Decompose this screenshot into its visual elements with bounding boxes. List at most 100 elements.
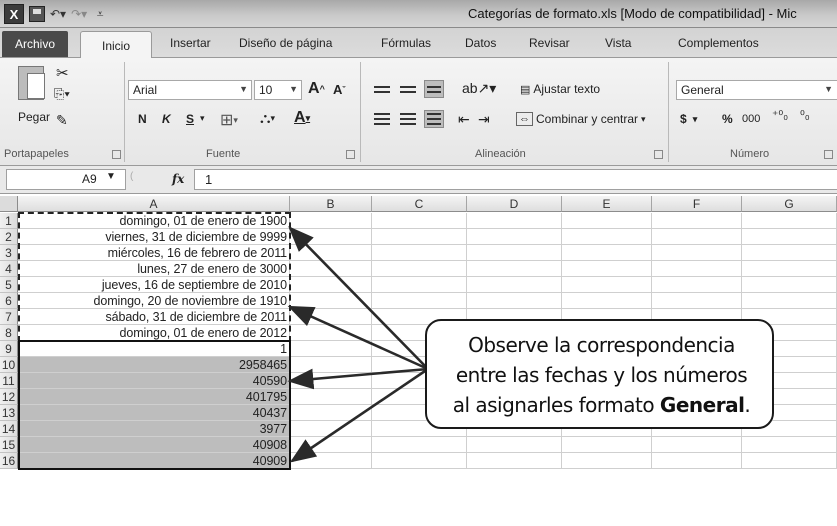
cell-a[interactable]: miércoles, 16 de febrero de 2011 (18, 245, 290, 261)
cell[interactable] (742, 245, 837, 261)
cell[interactable] (290, 437, 372, 453)
cell[interactable] (290, 357, 372, 373)
cell[interactable] (372, 277, 467, 293)
cell[interactable] (652, 229, 742, 245)
cell[interactable] (742, 261, 837, 277)
align-right-icon[interactable] (424, 110, 444, 128)
cell[interactable] (290, 245, 372, 261)
paste-icon[interactable] (18, 66, 45, 100)
row-header[interactable]: 3 (0, 245, 18, 261)
tab-data[interactable]: Datos (465, 36, 496, 50)
cell[interactable] (290, 229, 372, 245)
cell-a[interactable]: lunes, 27 de enero de 3000 (18, 261, 290, 277)
align-center-icon[interactable] (398, 110, 418, 128)
cell[interactable] (562, 245, 652, 261)
cell-a[interactable]: 3977 (18, 421, 290, 437)
cell-a[interactable]: jueves, 16 de septiembre de 2010 (18, 277, 290, 293)
italic-button[interactable]: K (162, 112, 171, 126)
cell[interactable] (652, 437, 742, 453)
select-all-corner[interactable] (0, 196, 18, 212)
column-header-b[interactable]: B (290, 196, 372, 212)
row-header[interactable]: 2 (0, 229, 18, 245)
cell-a[interactable]: 40909 (18, 453, 290, 469)
cell[interactable] (290, 421, 372, 437)
font-name-dropdown[interactable]: Arial ▼ (128, 80, 252, 100)
save-icon[interactable] (29, 6, 45, 22)
column-header-f[interactable]: F (652, 196, 742, 212)
decrease-indent-icon[interactable]: ⇤ (458, 111, 470, 128)
cell[interactable] (467, 245, 562, 261)
orientation-icon[interactable]: ab↗▾ (462, 80, 496, 97)
cell-a[interactable]: sábado, 31 de diciembre de 2011 (18, 309, 290, 325)
row-header[interactable]: 14 (0, 421, 18, 437)
cell[interactable] (562, 437, 652, 453)
cell[interactable] (562, 277, 652, 293)
cell[interactable] (652, 277, 742, 293)
decrease-decimal-icon[interactable]: ⁰₀ (800, 108, 810, 122)
cell[interactable] (290, 309, 372, 325)
excel-icon[interactable]: X (4, 4, 24, 24)
cell[interactable] (742, 437, 837, 453)
column-header-g[interactable]: G (742, 196, 837, 212)
align-left-icon[interactable] (372, 110, 392, 128)
percent-button[interactable]: % (722, 112, 733, 126)
increase-decimal-icon[interactable]: ⁺⁰₀ (772, 108, 788, 122)
cell[interactable] (290, 341, 372, 357)
row-header[interactable]: 4 (0, 261, 18, 277)
align-top-icon[interactable] (372, 80, 392, 98)
row-header[interactable]: 1 (0, 213, 18, 229)
cell-a[interactable]: domingo, 01 de enero de 1900 (18, 213, 290, 229)
cell[interactable] (372, 437, 467, 453)
shrink-font-icon[interactable]: Aˇ (333, 82, 345, 97)
customize-icon[interactable]: ⩡ (92, 4, 108, 24)
tab-view[interactable]: Vista (605, 36, 631, 50)
cell[interactable] (652, 293, 742, 309)
tab-home[interactable]: Inicio (80, 31, 152, 59)
fill-color-icon[interactable]: ⛬ ▾ (260, 110, 275, 127)
cell-a[interactable]: 40437 (18, 405, 290, 421)
cell[interactable] (562, 453, 652, 469)
grow-font-icon[interactable]: A ^ (308, 80, 325, 98)
cut-icon[interactable]: ✂ (56, 64, 69, 82)
tab-file[interactable]: Archivo (2, 31, 68, 57)
cell[interactable] (742, 277, 837, 293)
cell-a[interactable]: domingo, 01 de enero de 2012 (18, 325, 290, 341)
cell[interactable] (372, 261, 467, 277)
cell[interactable] (290, 277, 372, 293)
column-header-a[interactable]: A (18, 196, 290, 212)
insert-function-icon[interactable]: fx (172, 172, 184, 186)
cell[interactable] (467, 453, 562, 469)
cell[interactable] (742, 453, 837, 469)
cell[interactable] (467, 229, 562, 245)
row-header[interactable]: 5 (0, 277, 18, 293)
undo-icon[interactable]: ↶▾ (50, 4, 66, 24)
cell[interactable] (467, 277, 562, 293)
clipboard-launcher-icon[interactable] (112, 150, 121, 159)
underline-button[interactable]: S (186, 112, 194, 126)
cancel-icon[interactable]: ( (130, 171, 133, 182)
cell[interactable] (467, 213, 562, 229)
currency-button[interactable]: $ ▾ (680, 112, 697, 126)
cell[interactable] (372, 453, 467, 469)
cell[interactable] (372, 213, 467, 229)
copy-icon[interactable]: ⎘▾ (54, 86, 70, 102)
row-header[interactable]: 16 (0, 453, 18, 469)
chevron-down-icon[interactable]: ▼ (106, 171, 116, 182)
tab-insert[interactable]: Insertar (170, 36, 211, 50)
row-header[interactable]: 8 (0, 325, 18, 341)
cell[interactable] (290, 293, 372, 309)
font-size-dropdown[interactable]: 10 ▼ (254, 80, 302, 100)
cell-a[interactable]: domingo, 20 de noviembre de 1910 (18, 293, 290, 309)
column-header-d[interactable]: D (467, 196, 562, 212)
increase-indent-icon[interactable]: ⇥ (478, 111, 490, 128)
column-header-c[interactable]: C (372, 196, 467, 212)
cell[interactable] (742, 213, 837, 229)
cell[interactable] (290, 213, 372, 229)
cell[interactable] (372, 293, 467, 309)
tab-page-layout[interactable]: Diseño de página (239, 36, 332, 50)
merge-center-button[interactable]: ⇔ Combinar y centrar ▾ (516, 112, 646, 126)
chevron-down-icon[interactable]: ▾ (200, 113, 205, 124)
borders-icon[interactable]: ⊞ ▾ (220, 110, 238, 130)
cell-a[interactable]: 401795 (18, 389, 290, 405)
cell[interactable] (652, 213, 742, 229)
